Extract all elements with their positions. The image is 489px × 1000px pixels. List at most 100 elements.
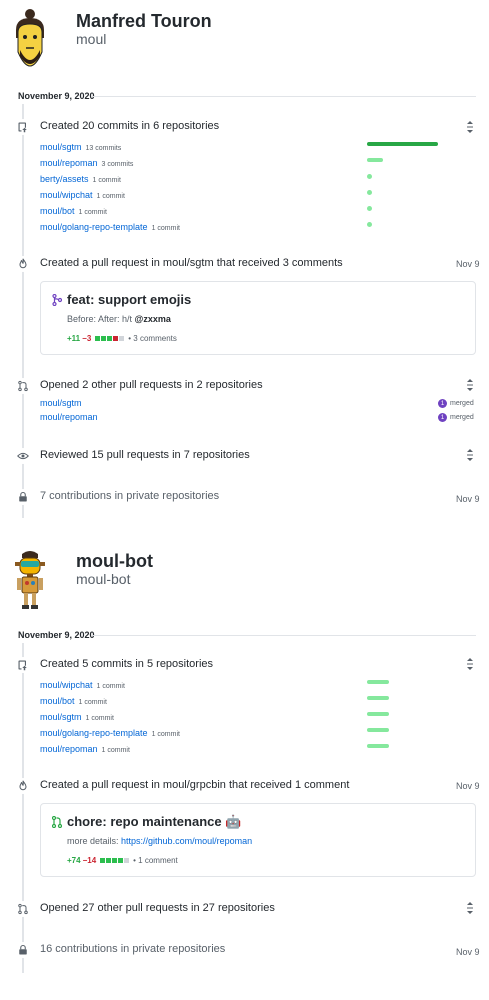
pr-card: chore: repo maintenance 🤖 more details: … xyxy=(40,803,476,877)
repo-link[interactable]: moul/golang-repo-template xyxy=(40,728,148,738)
other-prs-summary: Opened 2 other pull requests in 2 reposi… xyxy=(40,379,263,391)
commit-bar xyxy=(367,206,372,211)
commit-bar xyxy=(367,190,372,195)
merged-icon: 1 xyxy=(438,413,447,422)
private-summary: 16 contributions in private repositories xyxy=(40,943,226,955)
deletions: −14 xyxy=(82,856,97,865)
repo-link[interactable]: moul/repoman xyxy=(40,744,98,754)
lock-icon xyxy=(15,942,31,958)
pull-request-icon xyxy=(51,815,63,831)
profile-name: moul-bot xyxy=(76,551,153,571)
additions: +11 xyxy=(67,334,81,343)
diff-bar xyxy=(99,858,130,863)
fold-icon[interactable] xyxy=(465,658,475,673)
repo-link[interactable]: moul/wipchat xyxy=(40,680,93,690)
user-mention[interactable]: @zxxma xyxy=(135,314,171,324)
fold-icon[interactable] xyxy=(465,121,475,136)
deletions: −3 xyxy=(82,334,92,343)
fold-icon[interactable] xyxy=(465,449,475,464)
list-item: moul/golang-repo-template 1 commit xyxy=(40,725,480,738)
pr-description: more details: https://github.com/moul/re… xyxy=(67,836,252,846)
pr-title[interactable]: feat: support emojis xyxy=(67,292,191,307)
date-divider xyxy=(92,96,476,97)
repo-link[interactable]: moul/repoman xyxy=(40,412,98,422)
list-item: moul/repoman 1 commit xyxy=(40,741,480,754)
commit-bar xyxy=(367,680,389,684)
profile-login: moul xyxy=(76,31,107,47)
date-divider xyxy=(92,635,476,636)
fold-icon[interactable] xyxy=(465,379,475,394)
diff-bar xyxy=(94,336,125,341)
reviews-summary: Reviewed 15 pull requests in 7 repositor… xyxy=(40,449,250,461)
repo-link[interactable]: moul/sgtm xyxy=(40,142,82,152)
pr-body-link[interactable]: https://github.com/moul/repoman xyxy=(121,836,252,846)
repo-link[interactable]: moul/bot xyxy=(40,206,75,216)
avatar-manfred xyxy=(16,9,44,67)
repo-link[interactable]: moul/golang-repo-template xyxy=(40,222,148,232)
commits-summary: Created 5 commits in 5 repositories xyxy=(40,658,214,670)
list-item: moul/bot 1 commit xyxy=(40,693,480,706)
pr-diff-stats: +11 −3 • 3 comments xyxy=(67,334,177,343)
commit-bar xyxy=(367,728,389,732)
avatar[interactable] xyxy=(10,548,50,610)
commit-bar xyxy=(367,712,389,716)
avatar[interactable] xyxy=(10,8,50,70)
commit-bar xyxy=(367,696,389,700)
commit-count: 1 commit xyxy=(78,209,107,216)
pull-request-icon xyxy=(15,378,31,394)
timeline-line xyxy=(22,643,24,973)
list-item: berty/assets 1 commit xyxy=(40,171,480,184)
profile-name: Manfred Touron xyxy=(76,11,212,31)
activity-date: Nov 9 xyxy=(456,259,480,269)
activity-date: Nov 9 xyxy=(456,947,480,957)
additions: +74 xyxy=(67,856,81,865)
commit-count: 1 commit xyxy=(96,683,125,690)
pr-summary: Created a pull request in moul/grpcbin t… xyxy=(40,779,350,791)
eye-icon xyxy=(15,448,31,464)
flame-icon xyxy=(15,256,31,272)
pr-card: feat: support emojis Before: After: h/t … xyxy=(40,281,476,355)
repo-link[interactable]: moul/sgtm xyxy=(40,712,82,722)
commit-count: 1 commit xyxy=(101,747,130,754)
commit-count: 1 commit xyxy=(85,715,114,722)
commit-count: 3 commits xyxy=(101,161,134,168)
commit-bar xyxy=(367,744,389,748)
fold-icon[interactable] xyxy=(465,902,475,917)
activity-date: Nov 9 xyxy=(456,494,480,504)
commit-count: 13 commits xyxy=(85,145,122,152)
pr-title[interactable]: chore: repo maintenance 🤖 xyxy=(67,814,241,830)
comment-count: • 3 comments xyxy=(128,334,177,343)
list-item: moul/sgtm 13 commits xyxy=(40,139,480,152)
list-item: moul/bot 1 commit xyxy=(40,203,480,216)
pr-body-text: more details: xyxy=(67,836,122,846)
activity-date: Nov 9 xyxy=(456,781,480,791)
repo-link[interactable]: berty/assets xyxy=(40,174,89,184)
pr-body-text: Before: After: h/t xyxy=(67,314,135,324)
repo-link[interactable]: moul/bot xyxy=(40,696,75,706)
pr-diff-stats: +74 −14 • 1 comment xyxy=(67,856,178,865)
comment-count: • 1 comment xyxy=(133,856,178,865)
list-item: moul/repoman 3 commits xyxy=(40,155,480,168)
merged-icon: 1 xyxy=(438,399,447,408)
profile-login: moul-bot xyxy=(76,571,131,587)
date-header: November 9, 2020 xyxy=(18,630,95,640)
pull-request-icon xyxy=(52,293,63,309)
commit-count: 1 commit xyxy=(151,731,180,738)
repo-link[interactable]: moul/sgtm xyxy=(40,398,82,408)
pr-description: Before: After: h/t @zxxma xyxy=(67,314,171,324)
repo-link[interactable]: moul/repoman xyxy=(40,158,98,168)
merged-label: merged xyxy=(450,400,474,407)
commit-count: 1 commit xyxy=(78,699,107,706)
commit-count: 1 commit xyxy=(92,177,121,184)
commit-bar xyxy=(367,222,372,227)
repo-push-icon xyxy=(15,119,31,135)
pr-summary: Created a pull request in moul/sgtm that… xyxy=(40,257,343,269)
list-item: moul/wipchat 1 commit xyxy=(40,187,480,200)
other-prs-summary: Opened 27 other pull requests in 27 repo… xyxy=(40,902,275,914)
repo-link[interactable]: moul/wipchat xyxy=(40,190,93,200)
list-item: moul/golang-repo-template 1 commit xyxy=(40,219,480,232)
commit-count: 1 commit xyxy=(151,225,180,232)
list-item: moul/sgtm 1 commit xyxy=(40,709,480,722)
flame-icon xyxy=(15,778,31,794)
lock-icon xyxy=(15,489,31,505)
